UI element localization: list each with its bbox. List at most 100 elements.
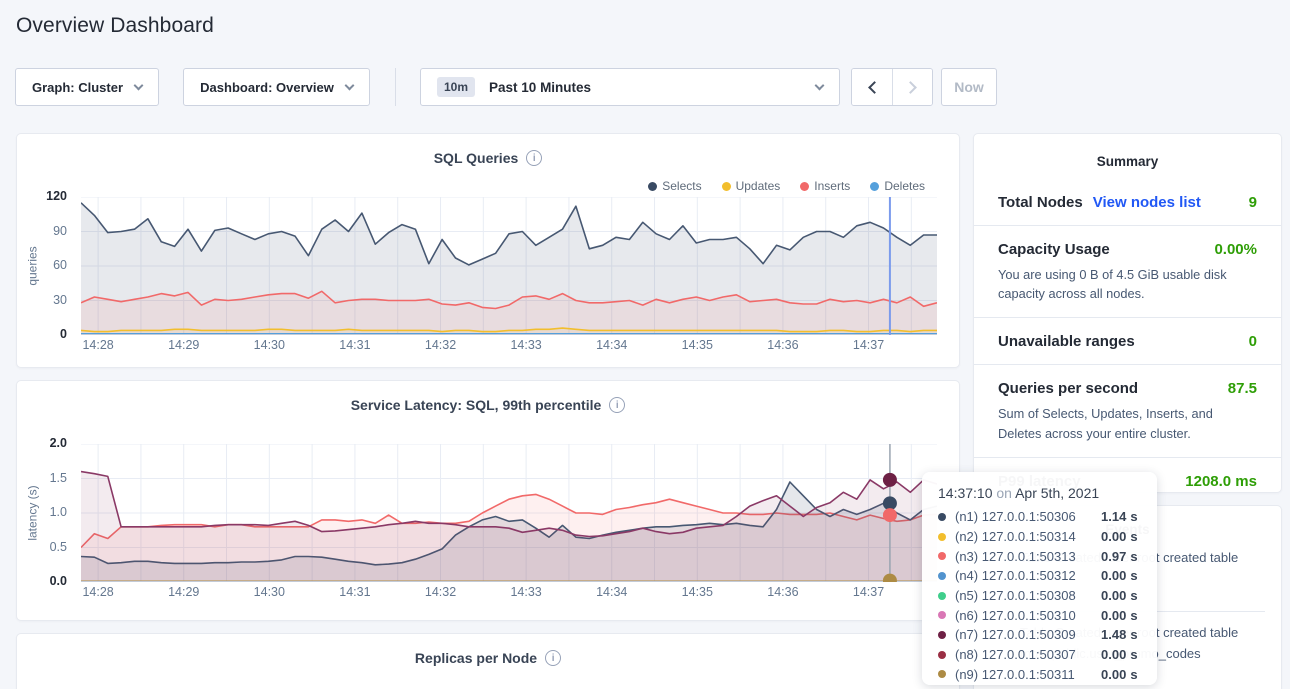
legend-dot-icon: [648, 182, 657, 191]
time-window-badge: 10m: [437, 77, 475, 97]
legend-dot-icon: [870, 182, 879, 191]
y-axis-ticks: 0.00.51.01.52.0: [17, 444, 75, 582]
x-tick-label: 14:33: [510, 585, 541, 599]
tooltip-node-address: (n9) 127.0.0.1:50311: [955, 667, 1101, 682]
tooltip-node-address: (n3) 127.0.0.1:50313: [955, 549, 1101, 564]
x-tick-label: 14:30: [254, 585, 285, 599]
info-icon[interactable]: i: [526, 150, 542, 166]
x-tick-label: 14:28: [82, 585, 113, 599]
tooltip-latency-unit: s: [1130, 549, 1137, 564]
chevron-left-icon: [868, 81, 881, 94]
x-tick-label: 14:35: [682, 338, 713, 352]
tooltip-node-latency: 1.48: [1101, 627, 1126, 642]
tooltip-node-latency: 1.14: [1101, 509, 1126, 524]
view-nodes-list-link[interactable]: View nodes list: [1093, 194, 1201, 211]
chevron-right-icon: [904, 81, 917, 94]
summary-title: Summary: [974, 134, 1281, 169]
tooltip-node-row: (n1) 127.0.0.1:503061.14 s: [938, 507, 1141, 527]
tooltip-node-address: (n2) 127.0.0.1:50314: [955, 529, 1101, 544]
summary-item-subtext: You are using 0 B of 4.5 GiB usable disk…: [998, 265, 1257, 303]
page-title: Overview Dashboard: [16, 14, 214, 38]
node-color-dot-icon: [938, 651, 946, 659]
now-button-label: Now: [954, 79, 984, 95]
now-button[interactable]: Now: [941, 68, 997, 106]
x-tick-label: 14:33: [510, 338, 541, 352]
node-color-dot-icon: [938, 592, 946, 600]
time-range-dropdown[interactable]: 10m Past 10 Minutes: [420, 68, 840, 106]
summary-item-label: Capacity Usage: [998, 241, 1110, 258]
summary-item: Queries per second87.5Sum of Selects, Up…: [974, 365, 1281, 457]
summary-item-value: 9: [1249, 194, 1257, 211]
x-tick-label: 14:30: [254, 338, 285, 352]
y-tick-label: 1.0: [50, 505, 67, 519]
tooltip-connector: on: [996, 485, 1012, 501]
y-tick-label: 0: [60, 327, 67, 341]
node-color-dot-icon: [938, 631, 946, 639]
sql-queries-chart-title: SQL Queries: [434, 150, 519, 166]
node-color-dot-icon: [938, 572, 946, 580]
y-tick-label: 2.0: [50, 436, 67, 450]
sql-queries-plot[interactable]: [81, 197, 937, 335]
x-tick-label: 14:29: [168, 338, 199, 352]
node-color-dot-icon: [938, 552, 946, 560]
tooltip-node-address: (n7) 127.0.0.1:50309: [955, 627, 1101, 642]
legend-label: Selects: [662, 179, 701, 193]
prev-time-button[interactable]: [852, 69, 892, 105]
tooltip-node-latency: 0.00: [1101, 568, 1126, 583]
tooltip-latency-unit: s: [1130, 588, 1137, 603]
info-icon[interactable]: i: [609, 397, 625, 413]
summary-item-value: 87.5: [1228, 380, 1257, 397]
tooltip-latency-unit: s: [1130, 627, 1137, 642]
legend-dot-icon: [722, 182, 731, 191]
y-axis-ticks: 0306090120: [17, 197, 75, 335]
tooltip-node-latency: 0.00: [1101, 667, 1126, 682]
x-tick-label: 14:32: [425, 585, 456, 599]
sql-queries-chart-panel: SQL Queries i SelectsUpdatesInsertsDelet…: [16, 133, 960, 368]
node-color-dot-icon: [938, 513, 946, 521]
legend-item-selects: Selects: [648, 179, 701, 193]
x-tick-label: 14:34: [596, 338, 627, 352]
tooltip-latency-unit: s: [1130, 509, 1137, 524]
tooltip-date: Apr 5th, 2021: [1015, 485, 1099, 501]
legend-label: Inserts: [814, 179, 850, 193]
x-tick-label: 14:36: [767, 585, 798, 599]
tooltip-node-latency: 0.00: [1101, 529, 1126, 544]
graph-scope-dropdown[interactable]: Graph: Cluster: [15, 68, 159, 106]
tooltip-node-address: (n1) 127.0.0.1:50306: [955, 509, 1101, 524]
y-tick-label: 1.5: [50, 471, 67, 485]
chevron-down-icon: [134, 80, 144, 90]
dashboard-dropdown[interactable]: Dashboard: Overview: [183, 68, 370, 106]
x-axis-ticks: 14:2814:2914:3014:3114:3214:3314:3414:35…: [81, 585, 937, 601]
x-tick-label: 14:37: [853, 338, 884, 352]
toolbar-divider: [395, 68, 396, 106]
summary-item-label: Queries per second: [998, 380, 1138, 397]
next-time-button[interactable]: [892, 69, 932, 105]
tooltip-latency-unit: s: [1130, 647, 1137, 662]
x-tick-label: 14:36: [767, 338, 798, 352]
x-tick-label: 14:29: [168, 585, 199, 599]
x-tick-label: 14:31: [339, 338, 370, 352]
x-axis-ticks: 14:2814:2914:3014:3114:3214:3314:3414:35…: [81, 338, 937, 354]
x-tick-label: 14:37: [853, 585, 884, 599]
tooltip-timestamp: 14:37:10 on Apr 5th, 2021: [938, 485, 1141, 501]
x-tick-label: 14:34: [596, 585, 627, 599]
node-color-dot-icon: [938, 611, 946, 619]
dashboard-label: Dashboard: Overview: [200, 80, 334, 95]
tooltip-latency-unit: s: [1130, 529, 1137, 544]
y-tick-label: 120: [46, 189, 67, 203]
summary-items: Total NodesView nodes list9Capacity Usag…: [974, 179, 1281, 493]
service-latency-plot[interactable]: [81, 444, 937, 582]
tooltip-node-row: (n6) 127.0.0.1:503100.00s: [938, 605, 1141, 625]
tooltip-latency-unit: s: [1130, 568, 1137, 583]
tooltip-latency-unit: s: [1130, 608, 1137, 623]
tooltip-node-address: (n6) 127.0.0.1:50310: [955, 608, 1101, 623]
time-nav-arrows: [851, 68, 933, 106]
info-icon[interactable]: i: [545, 650, 561, 666]
tooltip-time: 14:37:10: [938, 485, 993, 501]
service-latency-chart-panel: Service Latency: SQL, 99th percentile i …: [16, 380, 960, 621]
tooltip-node-latency: 0.00: [1101, 647, 1126, 662]
chart-hover-tooltip: 14:37:10 on Apr 5th, 2021 (n1) 127.0.0.1…: [922, 472, 1157, 685]
summary-item-value: 0.00%: [1214, 241, 1257, 258]
tooltip-latency-unit: s: [1130, 667, 1137, 682]
x-tick-label: 14:35: [682, 585, 713, 599]
